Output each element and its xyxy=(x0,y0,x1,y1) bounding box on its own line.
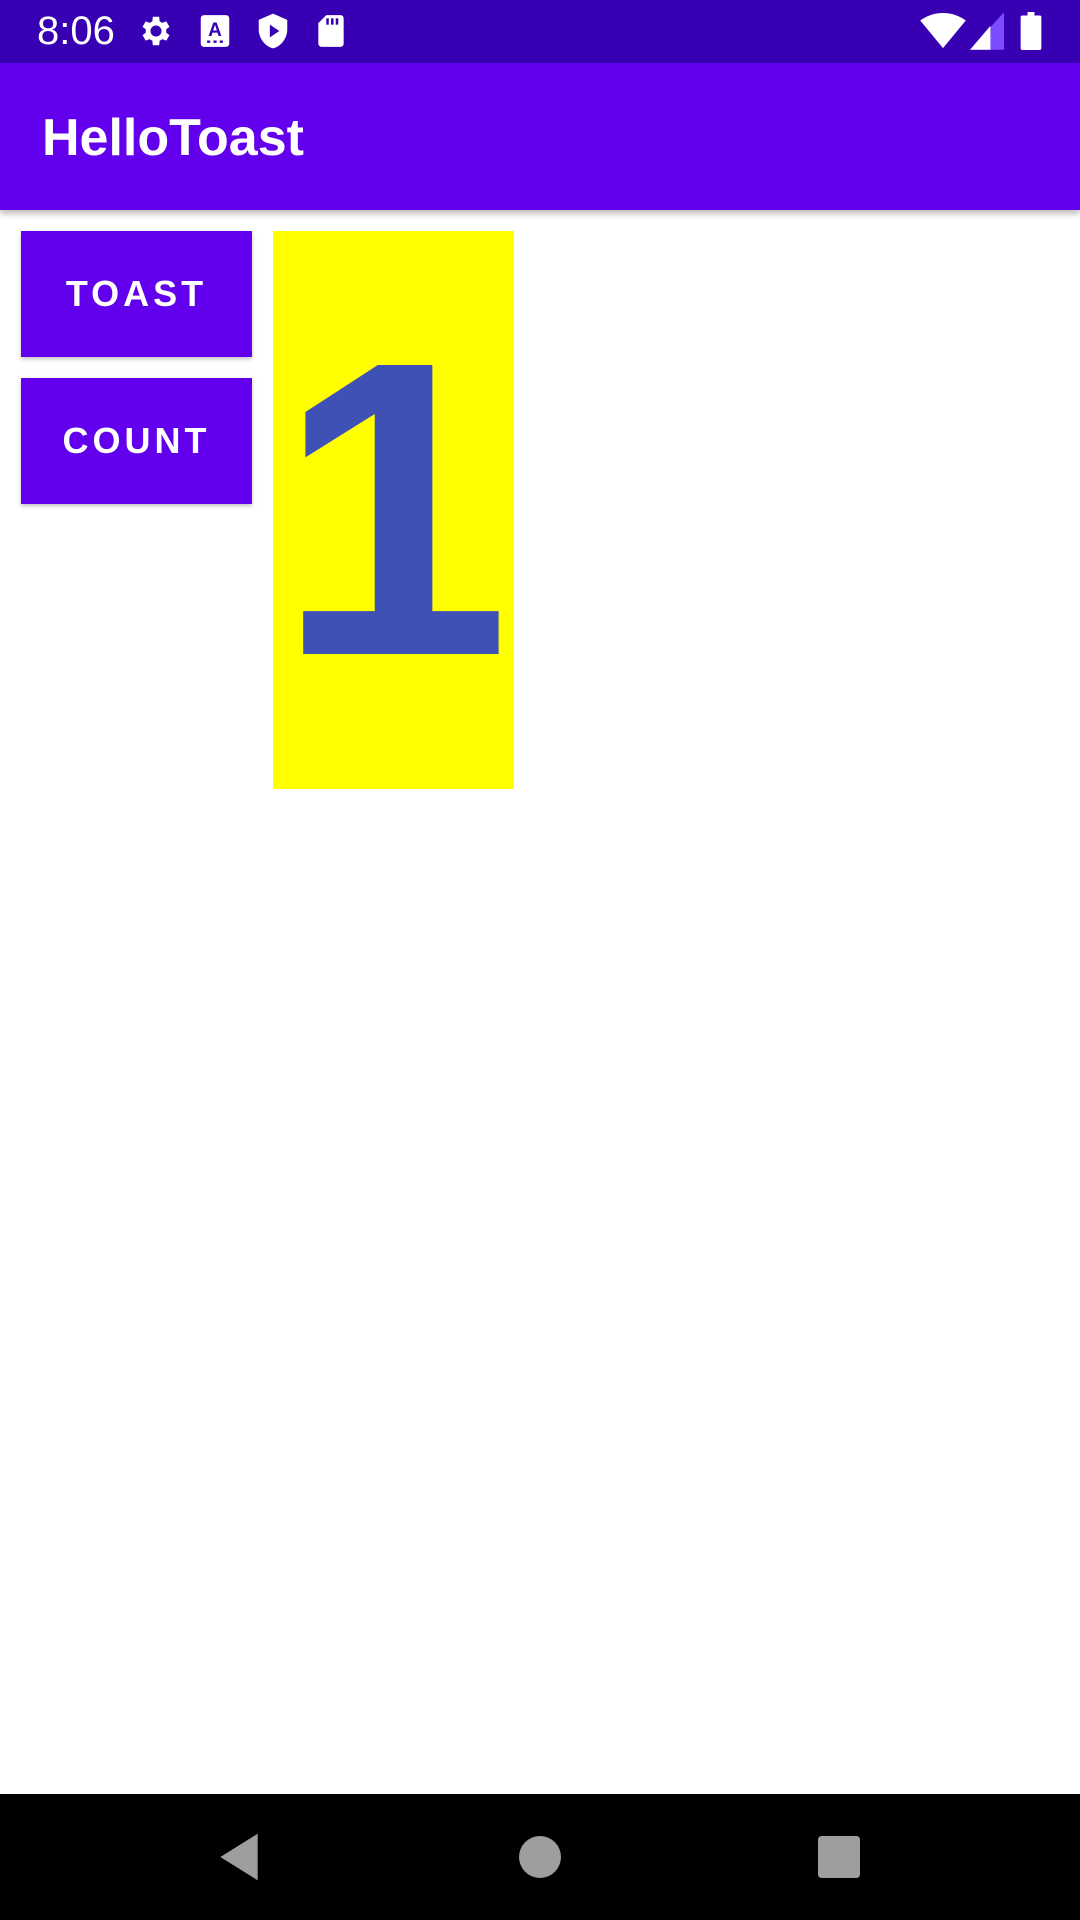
home-icon[interactable] xyxy=(512,1829,568,1885)
toast-button[interactable]: TOAST xyxy=(21,231,252,357)
wifi-icon xyxy=(920,12,966,49)
navigation-bar xyxy=(0,1794,1080,1920)
settings-icon xyxy=(142,16,170,46)
status-bar: 8:06 A xyxy=(0,0,1080,63)
shield-play-icon xyxy=(258,13,288,49)
count-button[interactable]: COUNT xyxy=(21,378,252,504)
app-title: HelloToast xyxy=(42,109,304,167)
count-display: 1 xyxy=(273,231,514,789)
battery-icon xyxy=(1020,12,1042,50)
back-icon[interactable] xyxy=(211,1829,267,1885)
status-time: 8:06 xyxy=(37,9,115,53)
sd-card-icon xyxy=(318,15,344,47)
svg-text:A: A xyxy=(208,20,222,41)
count-value: 1 xyxy=(276,275,511,744)
app-bar: HelloToast xyxy=(0,63,1080,210)
signal-icon xyxy=(970,12,1004,50)
recents-icon[interactable] xyxy=(811,1829,867,1885)
text-a-icon: A xyxy=(200,15,230,47)
screen: 8:06 A HelloToast TOAST COUNT 1 xyxy=(0,0,1080,1920)
